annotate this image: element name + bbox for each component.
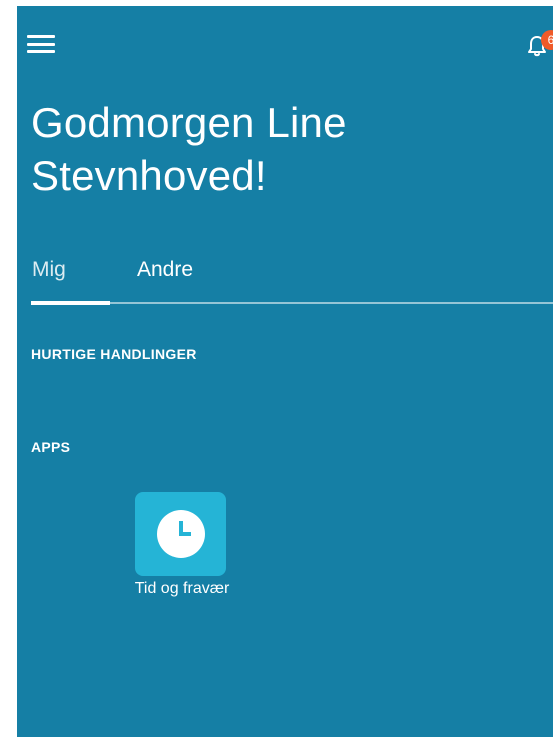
tab-andre[interactable]: Andre bbox=[137, 256, 193, 284]
notifications-button[interactable]: 6 bbox=[525, 30, 553, 60]
menu-line bbox=[27, 50, 55, 53]
app-label: Tid og fravær bbox=[134, 580, 230, 597]
tab-mig[interactable]: Mig bbox=[32, 256, 66, 284]
greeting-title: Godmorgen Line Stevnhoved! bbox=[31, 96, 451, 202]
hamburger-menu-icon[interactable] bbox=[27, 32, 55, 56]
app-icon-box bbox=[135, 492, 226, 576]
active-tab-indicator bbox=[31, 301, 110, 305]
apps-heading: APPS bbox=[31, 439, 71, 455]
tab-bar: Mig Andre bbox=[31, 256, 553, 306]
app-tile-tid-og-fravaer[interactable]: Tid og fravær bbox=[117, 492, 247, 602]
quick-actions-heading: HURTIGE HANDLINGER bbox=[31, 346, 197, 362]
clock-icon bbox=[156, 510, 205, 558]
menu-line bbox=[27, 35, 55, 38]
greeting-line-2: Stevnhoved! bbox=[31, 152, 267, 199]
greeting-line-1: Godmorgen Line bbox=[31, 99, 347, 146]
menu-line bbox=[27, 42, 55, 46]
app-screen: 6 Godmorgen Line Stevnhoved! Mig Andre H… bbox=[17, 6, 553, 737]
